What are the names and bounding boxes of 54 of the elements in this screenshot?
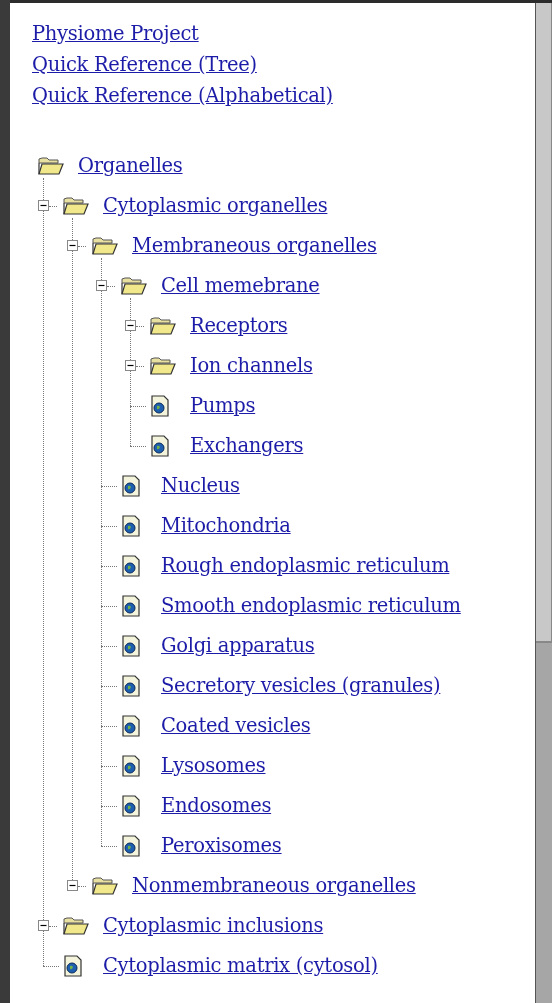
page-icon (121, 755, 141, 777)
scrollbar[interactable] (535, 3, 552, 1003)
page-icon (121, 555, 141, 577)
tree-link[interactable]: Organelles (78, 153, 183, 179)
folder-icon (63, 917, 89, 935)
folder-icon (121, 277, 147, 295)
page-icon (121, 675, 141, 697)
page-icon (121, 715, 141, 737)
tree-link[interactable]: Lysosomes (161, 753, 266, 779)
tree-link[interactable]: Exchangers (190, 433, 304, 459)
collapse-icon[interactable] (125, 320, 136, 331)
folder-icon (63, 197, 89, 215)
tree-link[interactable]: Secretory vesicles (granules) (161, 673, 441, 699)
tree-link[interactable]: Peroxisomes (161, 833, 282, 859)
tree-link[interactable]: Endosomes (161, 793, 272, 819)
tree-link[interactable]: Cytoplasmic matrix (cytosol) (103, 953, 378, 979)
tree-link[interactable]: Ion channels (190, 353, 313, 379)
page-icon (121, 795, 141, 817)
tree-link[interactable]: Golgi apparatus (161, 633, 315, 659)
scrollbar-thumb[interactable] (536, 3, 552, 643)
tree-link[interactable]: Membraneous organelles (132, 233, 377, 259)
folder-icon (92, 877, 118, 895)
collapse-icon[interactable] (125, 360, 136, 371)
collapse-icon[interactable] (67, 240, 78, 251)
collapse-icon[interactable] (38, 200, 49, 211)
tree-link[interactable]: Cell memebrane (161, 273, 320, 299)
tree-link[interactable]: Rough endoplasmic reticulum (161, 553, 450, 579)
tree-link[interactable]: Nonmembraneous organelles (132, 873, 416, 899)
page-icon (121, 595, 141, 617)
tree-link[interactable]: Cytoplasmic inclusions (103, 913, 324, 939)
folder-icon (150, 357, 176, 375)
tree-link[interactable]: Nucleus (161, 473, 240, 499)
nav-link[interactable]: Physiome Project (32, 21, 199, 47)
page-icon (121, 835, 141, 857)
page-icon (121, 635, 141, 657)
folder-icon (150, 317, 176, 335)
folder-icon (38, 157, 64, 175)
collapse-icon[interactable] (96, 280, 107, 291)
folder-icon (92, 237, 118, 255)
tree-link[interactable]: Cytoplasmic organelles (103, 193, 328, 219)
tree-link[interactable]: Mitochondria (161, 513, 291, 539)
tree-link[interactable]: Smooth endoplasmic reticulum (161, 593, 461, 619)
page-icon (121, 515, 141, 537)
page-icon (150, 395, 170, 417)
nav-link[interactable]: Quick Reference (Alphabetical) (32, 83, 333, 109)
collapse-icon[interactable] (38, 920, 49, 931)
tree-link[interactable]: Receptors (190, 313, 288, 339)
tree-link[interactable]: Coated vesicles (161, 713, 311, 739)
page-icon (121, 475, 141, 497)
tree-link[interactable]: Pumps (190, 393, 256, 419)
page-icon (150, 435, 170, 457)
nav-link[interactable]: Quick Reference (Tree) (32, 52, 257, 78)
page-icon (63, 955, 83, 977)
collapse-icon[interactable] (67, 880, 78, 891)
